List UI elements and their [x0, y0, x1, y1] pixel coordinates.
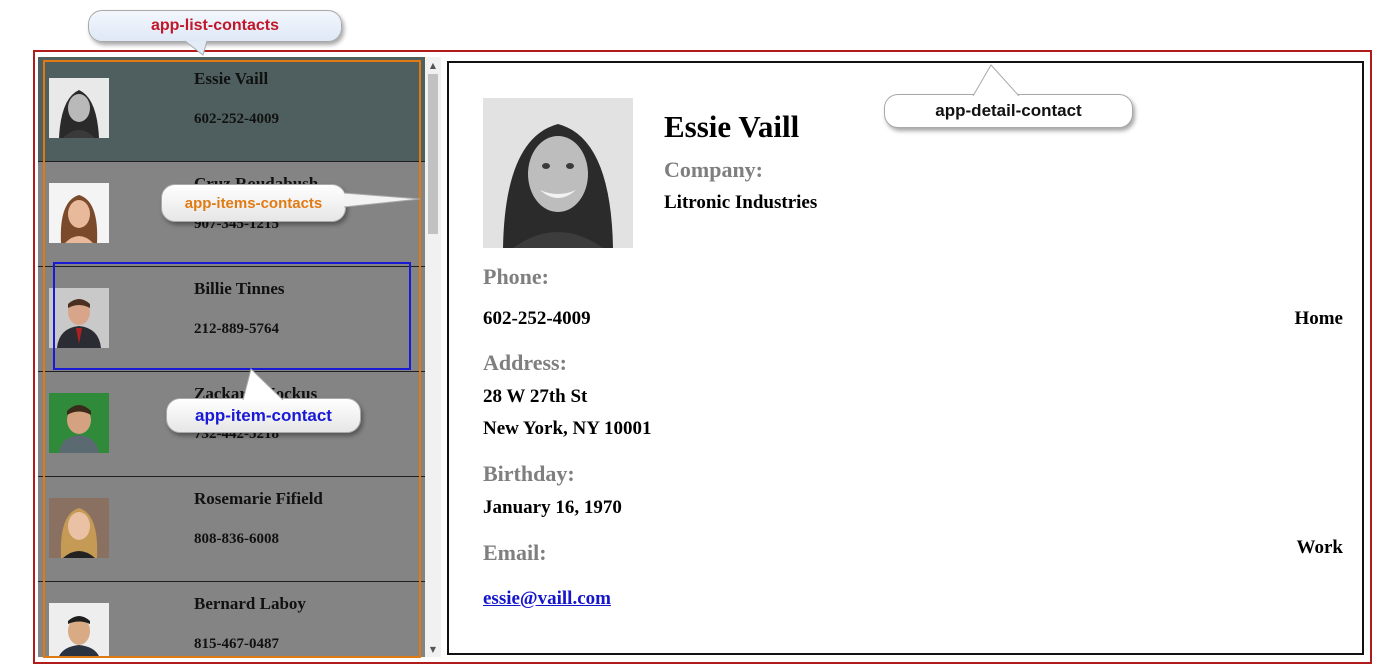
list-scrollbar[interactable]: ▲ ▼	[425, 57, 441, 657]
contact-row[interactable]: Bernard Laboy 815-467-0487	[38, 582, 425, 657]
address-label: Address:	[483, 350, 567, 375]
contact-name: Essie Vaill	[194, 69, 269, 88]
callout-tail	[184, 40, 208, 56]
callout-tail	[242, 368, 284, 401]
birthday-value: January 16, 1970	[483, 497, 622, 518]
contact-list[interactable]: Essie Vaill 602-252-4009 Cruz Roudabush …	[38, 57, 425, 657]
birthday-label: Birthday:	[483, 461, 575, 486]
contact-avatar	[49, 78, 109, 138]
detail-name: Essie Vaill	[664, 109, 800, 144]
company-label: Company:	[664, 157, 764, 182]
contact-name: Billie Tinnes	[194, 279, 285, 298]
callout-items-contacts: app-items-contacts	[161, 184, 421, 222]
callout-label: app-item-contact	[195, 405, 332, 425]
phone-type: Home	[1294, 308, 1343, 329]
contact-phone: 212-889-5764	[194, 321, 279, 337]
callout-label: app-detail-contact	[935, 101, 1082, 120]
contact-phone: 602-252-4009	[194, 111, 279, 127]
contact-avatar	[49, 183, 109, 243]
callout-tail	[343, 192, 421, 208]
callout-tail	[972, 64, 1020, 97]
phone-label: Phone:	[483, 264, 549, 289]
contact-name: Rosemarie Fifield	[194, 489, 323, 508]
contact-avatar	[49, 498, 109, 558]
email-label: Email:	[483, 540, 547, 565]
contact-avatar	[49, 288, 109, 348]
contact-name: Bernard Laboy	[194, 594, 306, 613]
email-link[interactable]: essie@vaill.com	[483, 588, 611, 610]
scroll-thumb[interactable]	[428, 74, 438, 234]
detail-photo	[483, 98, 633, 248]
email-type: Work	[1296, 537, 1343, 558]
callout-label: app-items-contacts	[184, 194, 323, 212]
phone-value: 602-252-4009	[483, 308, 591, 329]
contact-phone: 808-836-6008	[194, 531, 279, 547]
contact-row[interactable]: Rosemarie Fifield 808-836-6008	[38, 477, 425, 582]
company-value: Litronic Industries	[664, 192, 818, 213]
contact-row[interactable]: Billie Tinnes 212-889-5764	[38, 267, 425, 372]
callout-item-contact: app-item-contact	[166, 368, 361, 433]
contact-detail: Essie Vaill Company: Litronic Industries…	[447, 61, 1364, 655]
callout-label: app-list-contacts	[150, 17, 279, 34]
contact-avatar	[49, 393, 109, 453]
contact-row[interactable]: Essie Vaill 602-252-4009	[38, 57, 425, 162]
callout-list-contacts: app-list-contacts	[88, 10, 342, 56]
address-line2: New York, NY 10001	[483, 418, 652, 439]
contact-avatar	[49, 603, 109, 657]
address-line1: 28 W 27th St	[483, 386, 588, 407]
scroll-up-arrow-icon[interactable]: ▲	[425, 57, 441, 73]
scroll-down-arrow-icon[interactable]: ▼	[425, 641, 441, 657]
contact-phone: 815-467-0487	[194, 636, 279, 652]
callout-detail-contact: app-detail-contact	[884, 64, 1133, 128]
